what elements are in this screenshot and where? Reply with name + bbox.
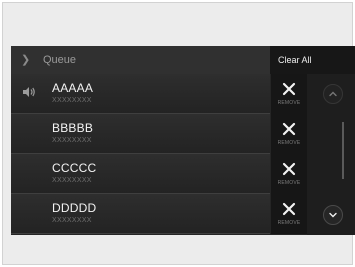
track-title: AAAAA [52,81,94,95]
close-icon [282,82,296,96]
list-item-background [11,194,270,234]
remove-button[interactable]: REMOVE [271,194,307,234]
close-icon [282,202,296,216]
scroll-down-button[interactable] [323,205,343,225]
remove-label: REMOVE [277,180,301,186]
list-item[interactable]: CCCCC XXXXXXXX [11,154,271,194]
close-icon [282,162,296,176]
track-subtitle: XXXXXXXX [52,217,92,224]
track-title: BBBBB [52,121,94,135]
queue-list: AAAAA XXXXXXXX REMOVE BBBBB XXXXXXXX REM… [11,74,355,235]
clear-all-button[interactable]: Clear All [270,46,355,74]
remove-button[interactable]: REMOVE [271,114,307,154]
list-item[interactable]: DDDDD XXXXXXXX [11,194,271,234]
chevron-down-icon [329,212,337,218]
remove-label: REMOVE [277,140,301,146]
device-frame: ❯ Queue Clear All AAAAA XXXXXXXX REMOVE … [2,2,355,265]
close-icon [282,122,296,136]
queue-screen: ❯ Queue Clear All AAAAA XXXXXXXX REMOVE … [11,46,355,235]
remove-label: REMOVE [277,220,301,226]
list-item[interactable]: AAAAA XXXXXXXX [11,74,271,114]
scroll-up-button[interactable] [323,84,343,104]
remove-button[interactable]: REMOVE [271,74,307,114]
scroll-panel [307,74,355,235]
track-subtitle: XXXXXXXX [52,137,92,144]
remove-button[interactable]: REMOVE [271,154,307,194]
list-item-background [11,114,270,154]
list-item-background [11,74,270,114]
track-title: DDDDD [52,201,97,215]
page-title: Queue [43,54,77,66]
chevron-up-icon [329,91,337,97]
track-subtitle: XXXXXXXX [52,97,92,104]
list-item-background [11,154,270,194]
track-title: CCCCC [52,161,97,175]
track-subtitle: XXXXXXXX [52,177,92,184]
chevron-right-icon[interactable]: ❯ [21,53,30,67]
list-item[interactable]: BBBBB XXXXXXXX [11,114,271,154]
header-bar: ❯ Queue Clear All [11,46,355,74]
scrollbar[interactable] [342,122,344,179]
speaker-icon [23,87,35,97]
remove-label: REMOVE [277,100,301,106]
